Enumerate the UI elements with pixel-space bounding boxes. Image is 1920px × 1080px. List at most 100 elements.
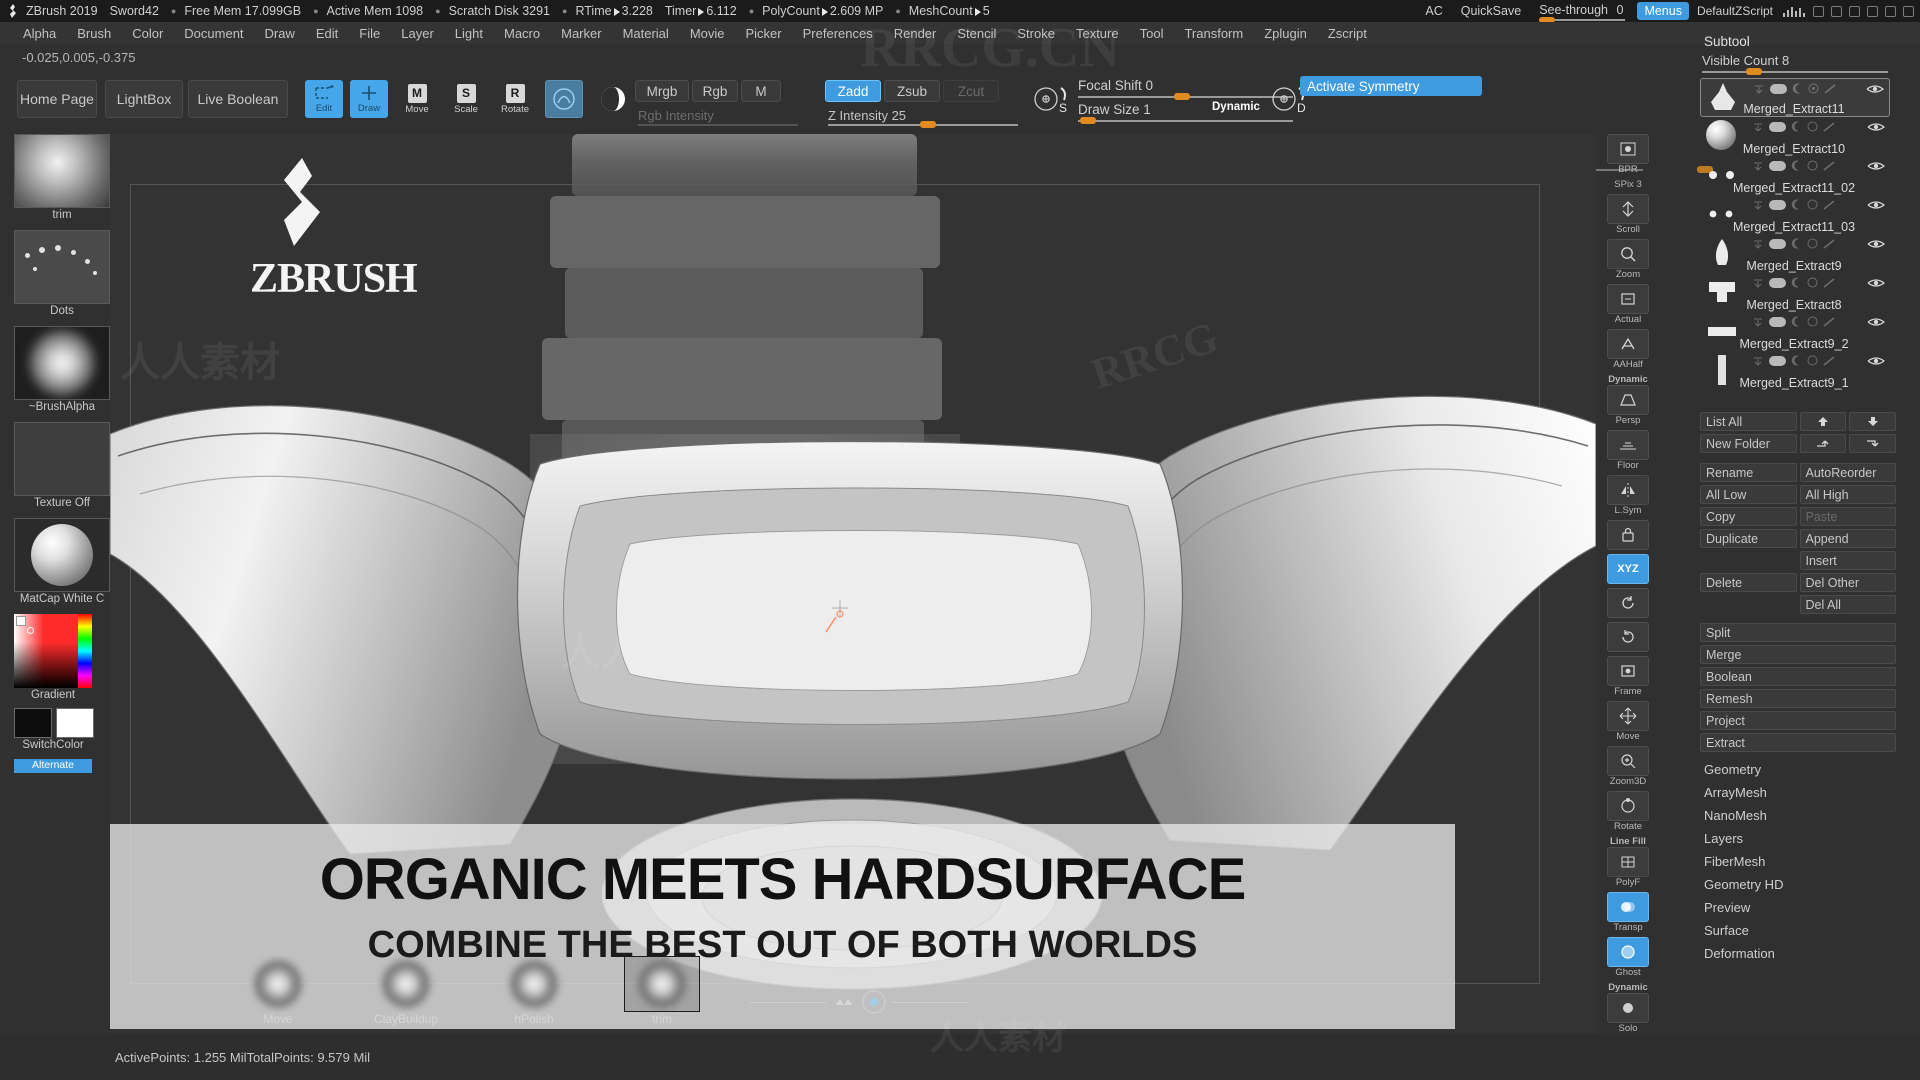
current-material-button[interactable] bbox=[545, 80, 583, 118]
merge-button[interactable]: Merge bbox=[1700, 645, 1896, 664]
move-mode-button[interactable]: M Move bbox=[398, 80, 436, 118]
move-icon[interactable] bbox=[1607, 701, 1649, 731]
material-selector[interactable]: MatCap White C bbox=[14, 518, 110, 610]
canvas-viewport[interactable]: ZBRUSH ORGANIC MEETS HARDSURFACE COMBINE… bbox=[110, 134, 1596, 1034]
rail-item-rotate[interactable]: Rotate bbox=[1607, 791, 1649, 832]
stroke-thumbnail[interactable] bbox=[14, 230, 110, 304]
activate-symmetry-button[interactable]: Activate Symmetry bbox=[1300, 76, 1482, 96]
menu-item-draw[interactable]: Draw bbox=[256, 24, 304, 43]
subtool-row-icons[interactable] bbox=[1752, 121, 1836, 132]
rail-item-solo[interactable]: Dynamic Solo bbox=[1607, 982, 1649, 1034]
rgb-button[interactable]: Rgb bbox=[692, 80, 738, 102]
maximize-icon[interactable] bbox=[1885, 5, 1896, 17]
rail-item-lsym[interactable]: L.Sym bbox=[1607, 475, 1649, 516]
eye-icon[interactable] bbox=[1867, 277, 1885, 288]
menu-item-document[interactable]: Document bbox=[175, 24, 252, 43]
new-folder-button[interactable]: New Folder bbox=[1700, 434, 1797, 453]
eye-icon[interactable] bbox=[1867, 316, 1885, 327]
dynamic-toggle[interactable]: Dynamic bbox=[1212, 101, 1260, 113]
rail-item-aahalf[interactable]: AAHalf bbox=[1607, 329, 1649, 370]
rail-item-polyframe[interactable]: Line Fill PolyF bbox=[1607, 836, 1649, 888]
eye-icon[interactable] bbox=[1867, 355, 1885, 366]
material-picker-button[interactable] bbox=[594, 80, 632, 118]
edit-mode-button[interactable]: Edit bbox=[305, 80, 343, 118]
actual-icon[interactable] bbox=[1607, 284, 1649, 314]
rail-item-persp[interactable]: Dynamic Persp bbox=[1607, 374, 1649, 426]
floor-icon[interactable] bbox=[1607, 430, 1649, 460]
rail-item-zoom3d[interactable]: Zoom3D bbox=[1607, 746, 1649, 787]
copy-button[interactable]: Copy bbox=[1700, 507, 1797, 526]
quick-brush-move[interactable]: Move bbox=[240, 956, 316, 1026]
rotate-icon[interactable] bbox=[1607, 791, 1649, 821]
quicksave-button[interactable]: QuickSave bbox=[1461, 4, 1521, 18]
bpr-icon[interactable] bbox=[1607, 134, 1649, 164]
stroke-selector-button[interactable]: S bbox=[1030, 82, 1076, 118]
scale-mode-button[interactable]: S Scale bbox=[447, 80, 485, 118]
submenu-deformation[interactable]: Deformation bbox=[1700, 942, 1896, 965]
quick-brush-claybuildup[interactable]: ClayBuildup bbox=[368, 956, 444, 1026]
quick-brush-trim[interactable]: trim bbox=[624, 956, 700, 1026]
ac-button[interactable]: AC bbox=[1425, 4, 1442, 18]
menus-button[interactable]: Menus bbox=[1637, 2, 1689, 20]
zoom-icon[interactable] bbox=[1607, 239, 1649, 269]
alpha-thumbnail[interactable] bbox=[14, 326, 110, 400]
draw-size-knob[interactable] bbox=[1080, 117, 1096, 124]
submenu-surface[interactable]: Surface bbox=[1700, 919, 1896, 942]
menu-item-picker[interactable]: Picker bbox=[737, 24, 791, 43]
eye-icon[interactable] bbox=[1867, 121, 1885, 132]
live-boolean-button[interactable]: Live Boolean bbox=[188, 80, 288, 118]
menu-item-zscript[interactable]: Zscript bbox=[1319, 24, 1376, 43]
eye-icon[interactable] bbox=[1867, 238, 1885, 249]
delete-button[interactable]: Delete bbox=[1700, 573, 1797, 592]
rgb-intensity-track[interactable] bbox=[638, 124, 798, 126]
lock-icon[interactable] bbox=[1607, 520, 1649, 550]
subtool-row-icons[interactable] bbox=[1753, 83, 1837, 94]
rail-item-frame[interactable]: Frame bbox=[1607, 656, 1649, 697]
color-picker[interactable] bbox=[14, 614, 92, 688]
paste-button[interactable]: Paste bbox=[1799, 507, 1896, 526]
menu-item-movie[interactable]: Movie bbox=[681, 24, 734, 43]
boolean-button[interactable]: Boolean bbox=[1700, 667, 1896, 686]
subtool-row-merged-extract9[interactable]: Merged_Extract9 bbox=[1700, 234, 1890, 273]
draw-mode-button[interactable]: Draw bbox=[350, 80, 388, 118]
rail-item-spix[interactable]: SPix 3 bbox=[1607, 179, 1649, 190]
eye-icon[interactable] bbox=[1867, 160, 1885, 171]
submenu-geometry-hd[interactable]: Geometry HD bbox=[1700, 873, 1896, 896]
z-intensity-knob[interactable] bbox=[920, 121, 936, 128]
submenu-fibermesh[interactable]: FiberMesh bbox=[1700, 850, 1896, 873]
aahalf-icon[interactable] bbox=[1607, 329, 1649, 359]
del-all-button[interactable]: Del All bbox=[1799, 595, 1896, 614]
menu-item-tool[interactable]: Tool bbox=[1131, 24, 1173, 43]
alpha-selector[interactable]: ~BrushAlpha bbox=[14, 326, 110, 418]
polyframe-icon[interactable] bbox=[1607, 847, 1649, 877]
menu-item-layer[interactable]: Layer bbox=[392, 24, 443, 43]
subtool-row-icons[interactable] bbox=[1752, 277, 1836, 288]
rail-item-transp[interactable]: Transp bbox=[1607, 892, 1649, 933]
subtool-row-icons[interactable] bbox=[1752, 238, 1836, 249]
rail-item-floor[interactable]: Floor bbox=[1607, 430, 1649, 471]
saturation-value-field[interactable] bbox=[14, 614, 78, 688]
rename-button[interactable]: Rename bbox=[1700, 463, 1797, 482]
visible-count-knob[interactable] bbox=[1746, 68, 1762, 75]
move-down-button[interactable] bbox=[1849, 412, 1896, 431]
menu-item-macro[interactable]: Macro bbox=[495, 24, 549, 43]
menu-item-light[interactable]: Light bbox=[446, 24, 492, 43]
duplicate-button[interactable]: Duplicate bbox=[1700, 529, 1797, 548]
rail-item-bpr[interactable]: BPR bbox=[1607, 134, 1649, 175]
menu-item-texture[interactable]: Texture bbox=[1067, 24, 1128, 43]
scroll-icon[interactable] bbox=[1607, 194, 1649, 224]
project-button[interactable]: Project bbox=[1700, 711, 1896, 730]
subtool-row-merged-extract11-02[interactable]: Merged_Extract11_02 bbox=[1700, 156, 1890, 195]
rotate-cw-icon[interactable] bbox=[1607, 622, 1649, 652]
lightbox-button[interactable]: LightBox bbox=[105, 80, 183, 118]
menu-item-render[interactable]: Render bbox=[885, 24, 946, 43]
eye-icon[interactable] bbox=[1867, 199, 1885, 210]
submenu-arraymesh[interactable]: ArrayMesh bbox=[1700, 781, 1896, 804]
perspective-icon[interactable] bbox=[1607, 385, 1649, 415]
subtool-row-icons[interactable] bbox=[1752, 316, 1836, 327]
menu-item-stencil[interactable]: Stencil bbox=[948, 24, 1005, 43]
del-other-button[interactable]: Del Other bbox=[1799, 573, 1896, 592]
texture-thumbnail[interactable] bbox=[14, 422, 110, 496]
layout-icon[interactable] bbox=[1831, 5, 1842, 17]
grid-icon[interactable] bbox=[1813, 5, 1824, 17]
